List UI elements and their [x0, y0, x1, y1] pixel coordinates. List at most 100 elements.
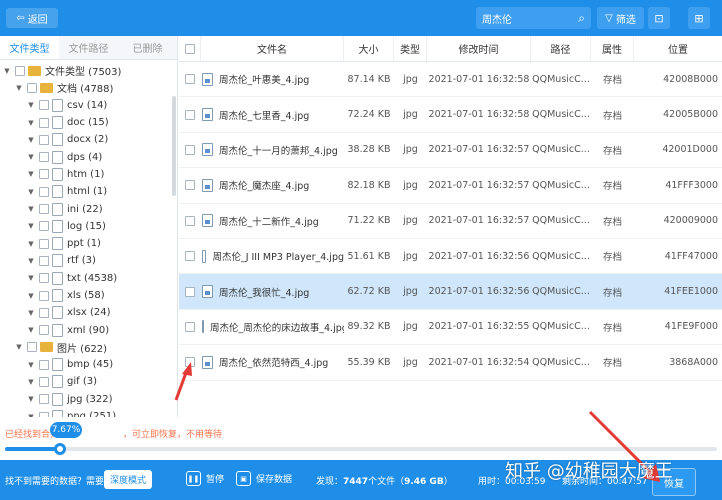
tab-file-type[interactable]: 文件类型	[0, 36, 59, 59]
expand-arrow-icon[interactable]: ▼	[26, 188, 36, 196]
column-header-name[interactable]: 文件名	[201, 36, 344, 61]
expand-arrow-icon[interactable]: ▼	[26, 292, 36, 300]
grid-view-button[interactable]: ⊞	[688, 7, 710, 29]
tree-node[interactable]: ▼ ini (22)	[0, 200, 170, 217]
tree-node[interactable]: ▼ txt (4538)	[0, 270, 170, 287]
expand-arrow-icon[interactable]: ▼	[26, 119, 36, 127]
tree-checkbox[interactable]	[39, 394, 49, 405]
table-row[interactable]: 周杰伦_七里香_4.jpg 72.24 KB jpg 2021-07-01 16:32…	[179, 97, 722, 133]
column-header-time[interactable]: 修改时间	[427, 36, 531, 61]
tree-checkbox[interactable]	[39, 221, 49, 232]
expand-arrow-icon[interactable]: ▼	[26, 240, 36, 248]
tree-node[interactable]: ▼ dps (4)	[0, 148, 170, 165]
expand-arrow-icon[interactable]: ▼	[14, 84, 24, 92]
row-checkbox[interactable]	[185, 321, 195, 332]
tree-checkbox[interactable]	[27, 342, 37, 353]
row-checkbox[interactable]	[185, 215, 195, 226]
tree-checkbox[interactable]	[39, 238, 49, 249]
column-header-path[interactable]: 路径	[531, 36, 591, 61]
table-row[interactable]: 周杰伦_J III MP3 Player_4.jpg 51.61 KB jpg 202…	[179, 239, 722, 275]
row-checkbox[interactable]	[185, 251, 195, 262]
scan-search-button[interactable]: ⊡	[648, 7, 670, 29]
tree-node[interactable]: ▼ gif (3)	[0, 373, 170, 390]
expand-arrow-icon[interactable]: ▼	[26, 378, 36, 386]
table-row[interactable]: 周杰伦_周杰伦的床边故事_4.jpg 89.32 KB jpg 2021-07-01 …	[179, 310, 722, 346]
tree-checkbox[interactable]	[39, 273, 49, 284]
column-header-position[interactable]: 位置	[634, 36, 722, 61]
tree-node[interactable]: ▼ bmp (45)	[0, 356, 170, 373]
save-data-button[interactable]: ▣ 保存数据	[236, 471, 292, 486]
tree-node[interactable]: ▼ xlsx (24)	[0, 304, 170, 321]
expand-arrow-icon[interactable]: ▼	[26, 326, 36, 334]
column-header-size[interactable]: 大小	[344, 36, 394, 61]
expand-arrow-icon[interactable]: ▼	[26, 257, 36, 265]
tree-checkbox[interactable]	[39, 359, 49, 370]
pause-button[interactable]: ❚❚ 暂停	[186, 471, 224, 486]
tree-node[interactable]: ▼ 文档 (4788)	[0, 79, 170, 96]
tab-deleted[interactable]: 已删除	[118, 36, 177, 59]
tree-checkbox[interactable]	[39, 100, 49, 111]
tree-node[interactable]: ▼ log (15)	[0, 218, 170, 235]
row-checkbox[interactable]	[185, 286, 195, 297]
tree-checkbox[interactable]	[39, 325, 49, 336]
expand-arrow-icon[interactable]: ▼	[26, 136, 36, 144]
expand-arrow-icon[interactable]: ▼	[26, 153, 36, 161]
tree-checkbox[interactable]	[27, 82, 37, 93]
tree-checkbox[interactable]	[39, 376, 49, 387]
tree-checkbox[interactable]	[39, 152, 49, 163]
expand-arrow-icon[interactable]: ▼	[26, 309, 36, 317]
tree-checkbox[interactable]	[39, 290, 49, 301]
tree-node[interactable]: ▼ png (251)	[0, 408, 170, 417]
table-row[interactable]: 周杰伦_十二新作_4.jpg 71.22 KB jpg 2021-07-01 16:3…	[179, 204, 722, 239]
row-checkbox[interactable]	[185, 144, 195, 155]
column-header-type[interactable]: 类型	[394, 36, 427, 61]
expand-arrow-icon[interactable]: ▼	[2, 67, 12, 75]
expand-arrow-icon[interactable]: ▼	[26, 205, 36, 213]
row-checkbox[interactable]	[185, 109, 195, 120]
row-checkbox[interactable]	[185, 74, 195, 85]
search-input[interactable]	[482, 12, 569, 24]
tree-node[interactable]: ▼ 图片 (622)	[0, 339, 170, 356]
tree-node[interactable]: ▼ htm (1)	[0, 166, 170, 183]
tree-checkbox[interactable]	[39, 134, 49, 145]
tree-node[interactable]: ▼ doc (15)	[0, 114, 170, 131]
back-button[interactable]: ⇦ 返回	[6, 8, 58, 28]
tree-checkbox[interactable]	[39, 307, 49, 318]
tree-node[interactable]: ▼ ppt (1)	[0, 235, 170, 252]
tree-node[interactable]: ▼ xls (58)	[0, 287, 170, 304]
row-checkbox[interactable]	[185, 180, 195, 191]
tree-checkbox[interactable]	[39, 117, 49, 128]
tree-checkbox[interactable]	[39, 204, 49, 215]
tree-node[interactable]: ▼ docx (2)	[0, 131, 170, 148]
tree-node[interactable]: ▼ xml (90)	[0, 321, 170, 338]
tree-node[interactable]: ▼ csv (14)	[0, 97, 170, 114]
tree-checkbox[interactable]	[39, 169, 49, 180]
table-row[interactable]: 周杰伦_叶惠美_4.jpg 87.14 KB jpg 2021-07-01 16:32…	[179, 62, 722, 98]
tab-file-path[interactable]: 文件路径	[59, 36, 118, 59]
tree-checkbox[interactable]	[39, 255, 49, 266]
expand-arrow-icon[interactable]: ▼	[26, 222, 36, 230]
expand-arrow-icon[interactable]: ▼	[26, 361, 36, 369]
expand-arrow-icon[interactable]: ▼	[26, 101, 36, 109]
search-icon[interactable]: ⌕	[569, 11, 585, 26]
search-box[interactable]: ⌕	[476, 7, 591, 29]
table-row[interactable]: 周杰伦_魔杰座_4.jpg 82.18 KB jpg 2021-07-01 16:32…	[179, 168, 722, 204]
tree-checkbox[interactable]	[39, 186, 49, 197]
expand-arrow-icon[interactable]: ▼	[26, 395, 36, 403]
tree-node[interactable]: ▼ rtf (3)	[0, 252, 170, 269]
table-row[interactable]: 周杰伦_依然范特西_4.jpg 55.39 KB jpg 2021-07-01 16:…	[179, 345, 722, 381]
tree-node[interactable]: ▼ 文件类型 (7503)	[0, 62, 170, 79]
tree-checkbox[interactable]	[15, 65, 25, 76]
expand-arrow-icon[interactable]: ▼	[14, 343, 24, 351]
sidebar-scrollbar[interactable]	[172, 96, 176, 196]
tree-node[interactable]: ▼ jpg (322)	[0, 391, 170, 408]
deep-mode-button[interactable]: 深度模式	[104, 470, 152, 489]
table-row[interactable]: 周杰伦_我很忙_4.jpg 62.72 KB jpg 2021-07-01 16:32…	[179, 274, 722, 310]
tree-node[interactable]: ▼ html (1)	[0, 183, 170, 200]
filter-button[interactable]: ▽ 筛选	[597, 7, 644, 29]
expand-arrow-icon[interactable]: ▼	[26, 274, 36, 282]
table-row[interactable]: 周杰伦_十一月的萧邦_4.jpg 38.28 KB jpg 2021-07-01 16…	[179, 133, 722, 169]
expand-arrow-icon[interactable]: ▼	[26, 170, 36, 178]
column-header-attr[interactable]: 属性	[591, 36, 634, 61]
select-all-checkbox[interactable]	[184, 43, 195, 54]
